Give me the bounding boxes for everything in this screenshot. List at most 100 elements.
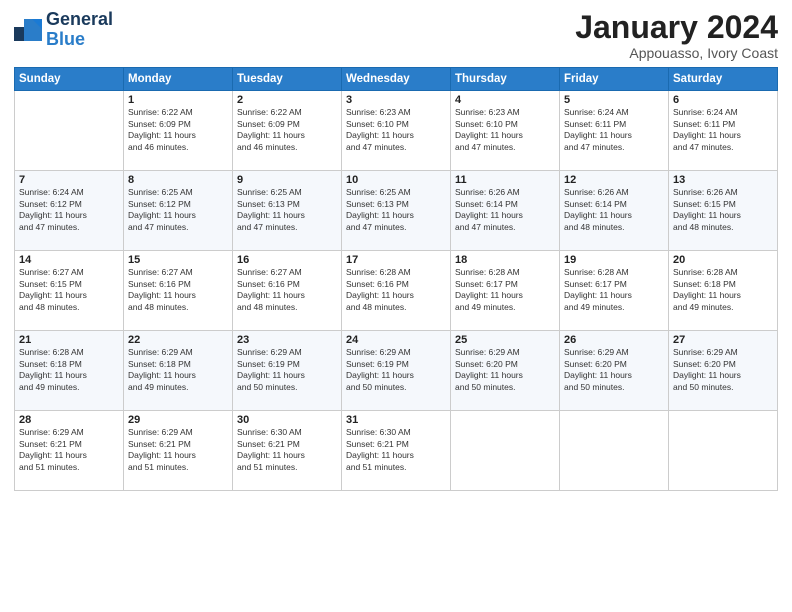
table-row: 23Sunrise: 6:29 AM Sunset: 6:19 PM Dayli… <box>233 331 342 411</box>
col-tuesday: Tuesday <box>233 68 342 91</box>
day-number: 18 <box>455 254 555 266</box>
day-number: 29 <box>128 414 228 426</box>
day-info: Sunrise: 6:29 AM Sunset: 6:21 PM Dayligh… <box>19 427 119 473</box>
table-row: 24Sunrise: 6:29 AM Sunset: 6:19 PM Dayli… <box>342 331 451 411</box>
table-row: 19Sunrise: 6:28 AM Sunset: 6:17 PM Dayli… <box>560 251 669 331</box>
day-info: Sunrise: 6:27 AM Sunset: 6:15 PM Dayligh… <box>19 267 119 313</box>
table-row: 29Sunrise: 6:29 AM Sunset: 6:21 PM Dayli… <box>124 411 233 491</box>
day-info: Sunrise: 6:27 AM Sunset: 6:16 PM Dayligh… <box>128 267 228 313</box>
table-row: 11Sunrise: 6:26 AM Sunset: 6:14 PM Dayli… <box>451 171 560 251</box>
day-number: 4 <box>455 94 555 106</box>
day-info: Sunrise: 6:25 AM Sunset: 6:12 PM Dayligh… <box>128 187 228 233</box>
day-number: 8 <box>128 174 228 186</box>
table-row: 31Sunrise: 6:30 AM Sunset: 6:21 PM Dayli… <box>342 411 451 491</box>
day-number: 9 <box>237 174 337 186</box>
page-container: General Blue January 2024 Appouasso, Ivo… <box>0 0 792 501</box>
logo: General Blue <box>14 10 113 50</box>
day-info: Sunrise: 6:29 AM Sunset: 6:20 PM Dayligh… <box>455 347 555 393</box>
day-info: Sunrise: 6:25 AM Sunset: 6:13 PM Dayligh… <box>346 187 446 233</box>
day-info: Sunrise: 6:30 AM Sunset: 6:21 PM Dayligh… <box>346 427 446 473</box>
logo-blue: Blue <box>46 29 85 49</box>
day-number: 13 <box>673 174 773 186</box>
day-number: 16 <box>237 254 337 266</box>
day-info: Sunrise: 6:28 AM Sunset: 6:17 PM Dayligh… <box>564 267 664 313</box>
day-info: Sunrise: 6:29 AM Sunset: 6:18 PM Dayligh… <box>128 347 228 393</box>
logo-general: General <box>46 9 113 29</box>
table-row: 15Sunrise: 6:27 AM Sunset: 6:16 PM Dayli… <box>124 251 233 331</box>
table-row: 1Sunrise: 6:22 AM Sunset: 6:09 PM Daylig… <box>124 91 233 171</box>
table-row: 9Sunrise: 6:25 AM Sunset: 6:13 PM Daylig… <box>233 171 342 251</box>
day-info: Sunrise: 6:26 AM Sunset: 6:14 PM Dayligh… <box>455 187 555 233</box>
day-number: 20 <box>673 254 773 266</box>
calendar-header: Sunday Monday Tuesday Wednesday Thursday… <box>15 68 778 91</box>
day-number: 23 <box>237 334 337 346</box>
day-info: Sunrise: 6:29 AM Sunset: 6:20 PM Dayligh… <box>564 347 664 393</box>
day-info: Sunrise: 6:28 AM Sunset: 6:17 PM Dayligh… <box>455 267 555 313</box>
day-info: Sunrise: 6:27 AM Sunset: 6:16 PM Dayligh… <box>237 267 337 313</box>
day-info: Sunrise: 6:24 AM Sunset: 6:11 PM Dayligh… <box>673 107 773 153</box>
calendar-body: 1Sunrise: 6:22 AM Sunset: 6:09 PM Daylig… <box>15 91 778 491</box>
day-number: 25 <box>455 334 555 346</box>
logo-icon <box>14 19 42 41</box>
col-saturday: Saturday <box>669 68 778 91</box>
day-number: 27 <box>673 334 773 346</box>
table-row: 21Sunrise: 6:28 AM Sunset: 6:18 PM Dayli… <box>15 331 124 411</box>
day-number: 21 <box>19 334 119 346</box>
month-title: January 2024 <box>575 10 778 45</box>
table-row: 10Sunrise: 6:25 AM Sunset: 6:13 PM Dayli… <box>342 171 451 251</box>
day-info: Sunrise: 6:29 AM Sunset: 6:19 PM Dayligh… <box>346 347 446 393</box>
day-info: Sunrise: 6:23 AM Sunset: 6:10 PM Dayligh… <box>346 107 446 153</box>
table-row: 22Sunrise: 6:29 AM Sunset: 6:18 PM Dayli… <box>124 331 233 411</box>
day-info: Sunrise: 6:24 AM Sunset: 6:11 PM Dayligh… <box>564 107 664 153</box>
table-row: 4Sunrise: 6:23 AM Sunset: 6:10 PM Daylig… <box>451 91 560 171</box>
table-row: 7Sunrise: 6:24 AM Sunset: 6:12 PM Daylig… <box>15 171 124 251</box>
table-row: 30Sunrise: 6:30 AM Sunset: 6:21 PM Dayli… <box>233 411 342 491</box>
col-sunday: Sunday <box>15 68 124 91</box>
col-thursday: Thursday <box>451 68 560 91</box>
table-row: 16Sunrise: 6:27 AM Sunset: 6:16 PM Dayli… <box>233 251 342 331</box>
table-row: 28Sunrise: 6:29 AM Sunset: 6:21 PM Dayli… <box>15 411 124 491</box>
table-row: 20Sunrise: 6:28 AM Sunset: 6:18 PM Dayli… <box>669 251 778 331</box>
day-info: Sunrise: 6:28 AM Sunset: 6:18 PM Dayligh… <box>673 267 773 313</box>
table-row: 5Sunrise: 6:24 AM Sunset: 6:11 PM Daylig… <box>560 91 669 171</box>
header: General Blue January 2024 Appouasso, Ivo… <box>14 10 778 61</box>
col-wednesday: Wednesday <box>342 68 451 91</box>
day-info: Sunrise: 6:24 AM Sunset: 6:12 PM Dayligh… <box>19 187 119 233</box>
day-number: 2 <box>237 94 337 106</box>
day-info: Sunrise: 6:28 AM Sunset: 6:16 PM Dayligh… <box>346 267 446 313</box>
day-info: Sunrise: 6:29 AM Sunset: 6:21 PM Dayligh… <box>128 427 228 473</box>
day-info: Sunrise: 6:25 AM Sunset: 6:13 PM Dayligh… <box>237 187 337 233</box>
calendar-table: Sunday Monday Tuesday Wednesday Thursday… <box>14 67 778 491</box>
day-number: 31 <box>346 414 446 426</box>
day-info: Sunrise: 6:23 AM Sunset: 6:10 PM Dayligh… <box>455 107 555 153</box>
col-friday: Friday <box>560 68 669 91</box>
day-info: Sunrise: 6:28 AM Sunset: 6:18 PM Dayligh… <box>19 347 119 393</box>
day-number: 30 <box>237 414 337 426</box>
day-number: 5 <box>564 94 664 106</box>
day-info: Sunrise: 6:29 AM Sunset: 6:19 PM Dayligh… <box>237 347 337 393</box>
day-number: 11 <box>455 174 555 186</box>
day-info: Sunrise: 6:30 AM Sunset: 6:21 PM Dayligh… <box>237 427 337 473</box>
day-number: 7 <box>19 174 119 186</box>
table-row: 3Sunrise: 6:23 AM Sunset: 6:10 PM Daylig… <box>342 91 451 171</box>
table-row <box>451 411 560 491</box>
table-row: 25Sunrise: 6:29 AM Sunset: 6:20 PM Dayli… <box>451 331 560 411</box>
day-info: Sunrise: 6:26 AM Sunset: 6:14 PM Dayligh… <box>564 187 664 233</box>
day-number: 1 <box>128 94 228 106</box>
table-row: 26Sunrise: 6:29 AM Sunset: 6:20 PM Dayli… <box>560 331 669 411</box>
day-number: 3 <box>346 94 446 106</box>
day-info: Sunrise: 6:29 AM Sunset: 6:20 PM Dayligh… <box>673 347 773 393</box>
table-row: 17Sunrise: 6:28 AM Sunset: 6:16 PM Dayli… <box>342 251 451 331</box>
table-row: 2Sunrise: 6:22 AM Sunset: 6:09 PM Daylig… <box>233 91 342 171</box>
table-row: 18Sunrise: 6:28 AM Sunset: 6:17 PM Dayli… <box>451 251 560 331</box>
table-row: 13Sunrise: 6:26 AM Sunset: 6:15 PM Dayli… <box>669 171 778 251</box>
table-row: 8Sunrise: 6:25 AM Sunset: 6:12 PM Daylig… <box>124 171 233 251</box>
day-number: 19 <box>564 254 664 266</box>
table-row: 27Sunrise: 6:29 AM Sunset: 6:20 PM Dayli… <box>669 331 778 411</box>
day-number: 22 <box>128 334 228 346</box>
day-number: 14 <box>19 254 119 266</box>
day-number: 15 <box>128 254 228 266</box>
col-monday: Monday <box>124 68 233 91</box>
day-number: 6 <box>673 94 773 106</box>
day-number: 17 <box>346 254 446 266</box>
